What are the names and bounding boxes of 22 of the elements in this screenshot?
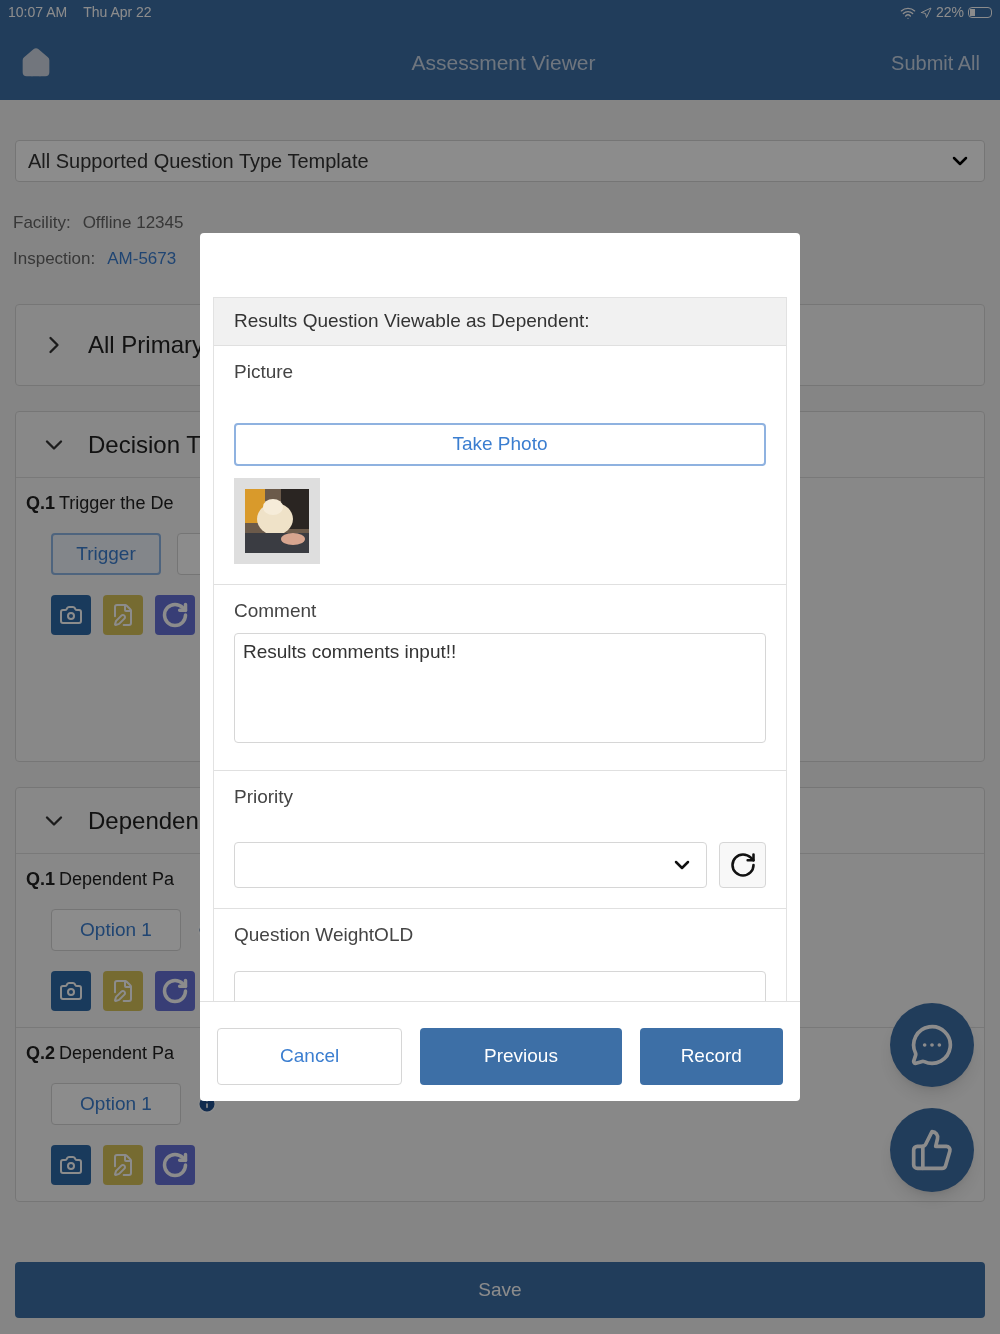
question-number: Q.1	[26, 492, 55, 515]
field-label: Question WeightOLD	[234, 922, 415, 947]
question-text: Trigger the De	[59, 492, 174, 515]
status-time: 10:07 AM	[8, 3, 68, 22]
section-title: Dependen	[88, 805, 199, 836]
info-value: Offline 12345	[82, 212, 184, 234]
question-number: Q.1	[26, 868, 55, 891]
field-label: Picture	[234, 360, 295, 384]
field-label: Comment	[234, 598, 318, 623]
question-number: Q.2	[26, 1042, 55, 1065]
info-label: Inspection:	[13, 247, 96, 270]
field-label: Priority	[234, 785, 295, 809]
modal-heading: Results Question Viewable as Dependent:	[214, 298, 786, 346]
info-label: Facility:	[13, 212, 71, 234]
header-title: Assessment Viewer	[411, 49, 596, 76]
question-text: Dependent Pa	[59, 1042, 175, 1065]
status-date: Thu Apr 22	[83, 3, 152, 22]
question-text: Dependent Pa	[59, 868, 175, 891]
section-title: Decision T	[88, 429, 201, 460]
select-value: All Supported Question Type Template	[28, 149, 369, 174]
battery-level: 22%	[935, 3, 964, 22]
section-title: All Primary	[88, 330, 204, 360]
